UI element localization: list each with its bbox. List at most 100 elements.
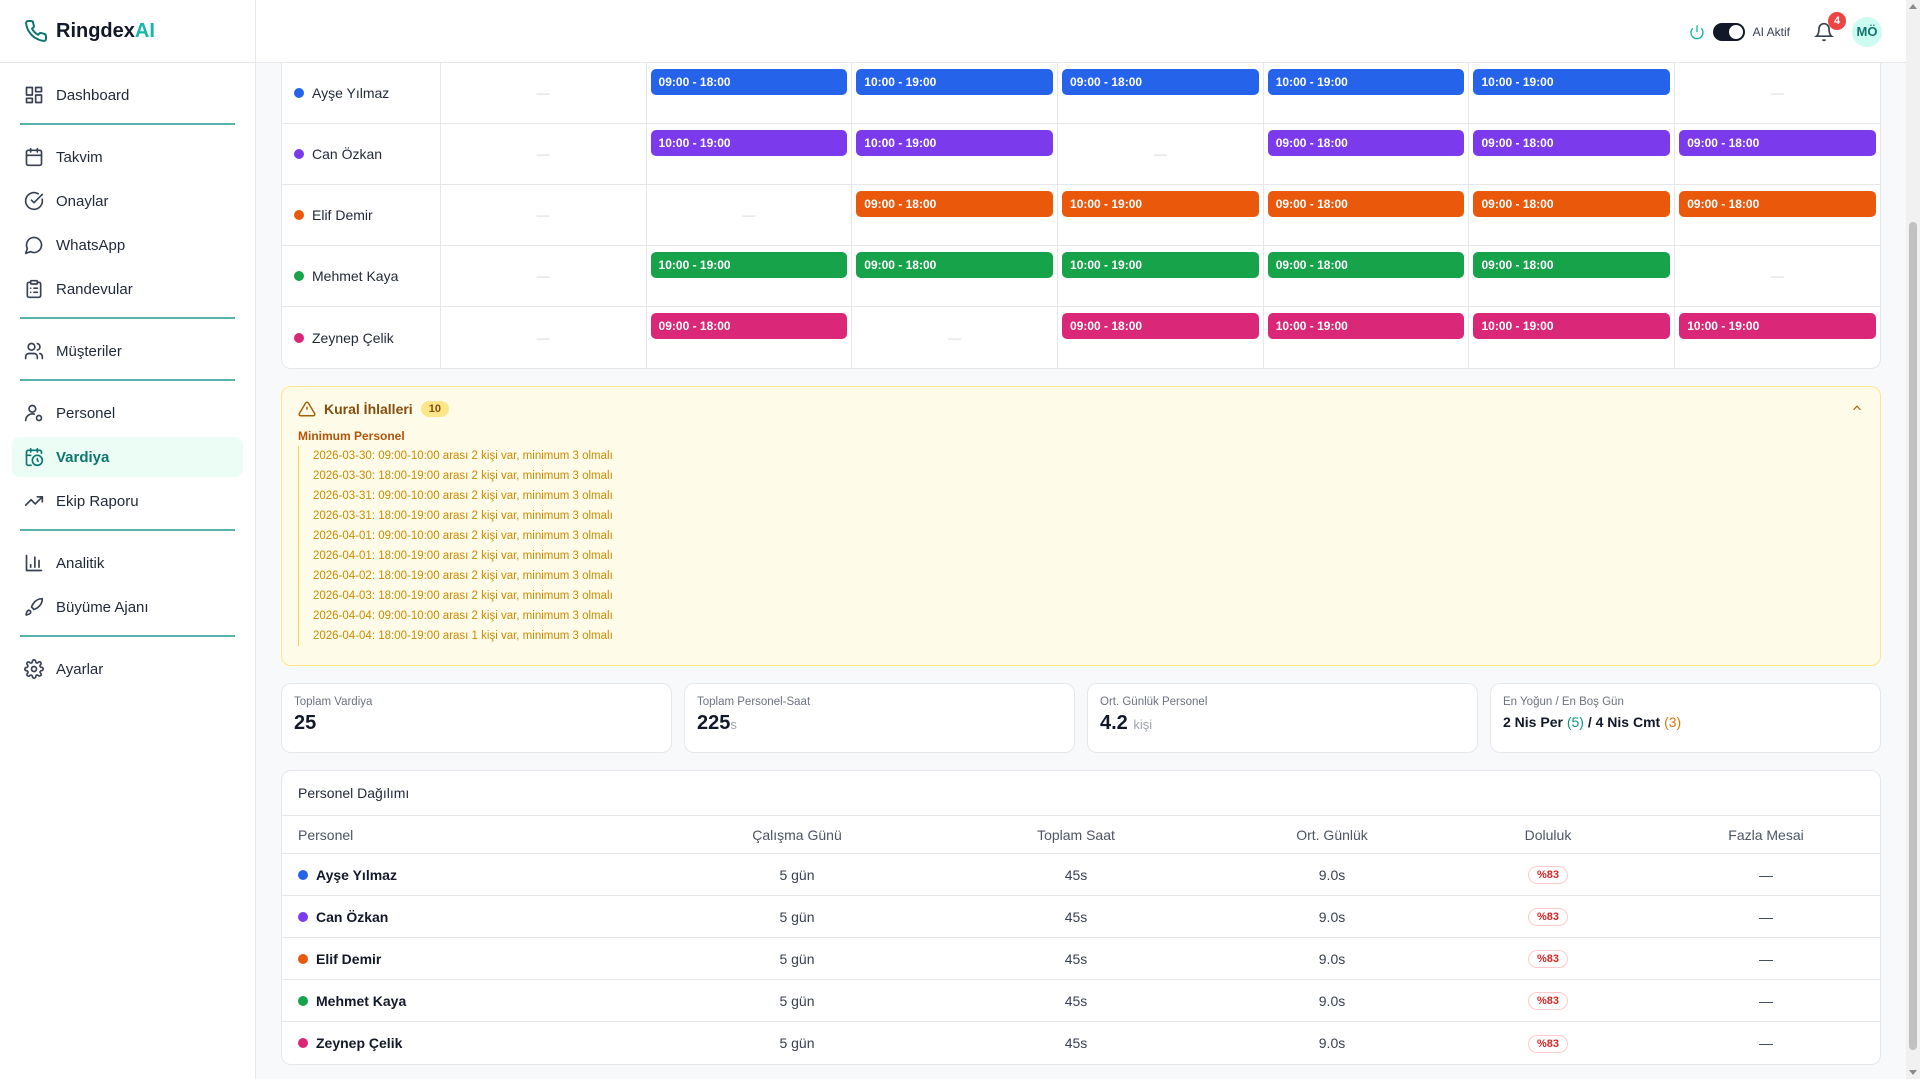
day-cell[interactable]: 09:00 - 18:00	[1058, 307, 1264, 368]
shift-block[interactable]: 10:00 - 19:00	[1679, 313, 1876, 339]
shift-block[interactable]: 09:00 - 18:00	[1473, 130, 1671, 156]
shift-block[interactable]: 09:00 - 18:00	[856, 191, 1054, 217]
day-cell[interactable]: 09:00 - 18:00	[852, 246, 1059, 306]
day-cell[interactable]: 10:00 - 19:00	[1264, 307, 1470, 368]
shift-block[interactable]: 09:00 - 18:00	[1267, 191, 1465, 217]
day-cell[interactable]: —	[1675, 63, 1880, 123]
sidebar-item-buyume-ajani[interactable]: Büyüme Ajanı	[12, 587, 243, 627]
day-cell[interactable]: 09:00 - 18:00	[647, 63, 853, 123]
day-cell[interactable]: 09:00 - 18:00	[647, 307, 853, 368]
day-cell[interactable]: —	[647, 185, 853, 245]
shift-block[interactable]: 09:00 - 18:00	[1062, 69, 1259, 95]
sidebar-item-ayarlar[interactable]: Ayarlar	[12, 649, 243, 689]
violation-item: 2026-04-04: 09:00-10:00 arası 2 kişi var…	[298, 606, 1864, 626]
staff-color-dot	[294, 88, 304, 98]
day-cell[interactable]: 10:00 - 19:00	[647, 124, 853, 184]
shift-block[interactable]: 09:00 - 18:00	[1267, 252, 1465, 278]
day-cell[interactable]: 09:00 - 18:00	[1469, 185, 1676, 245]
shift-block[interactable]: 10:00 - 19:00	[1473, 69, 1671, 95]
day-cell[interactable]: 10:00 - 19:00	[1058, 246, 1264, 306]
day-cell[interactable]: 10:00 - 19:00	[1058, 185, 1264, 245]
day-cell[interactable]: —	[1675, 246, 1880, 306]
sidebar-item-takvim[interactable]: Takvim	[12, 137, 243, 177]
staff-cell: Can Özkan	[282, 909, 662, 925]
shift-block[interactable]: 10:00 - 19:00	[1062, 191, 1259, 217]
shift-block[interactable]: 09:00 - 18:00	[650, 313, 848, 339]
shift-block[interactable]: 09:00 - 18:00	[1062, 313, 1259, 339]
scroll-down-arrow[interactable]	[1909, 1070, 1917, 1075]
shift-block[interactable]: 09:00 - 18:00	[1679, 191, 1876, 217]
staff-color-dot	[294, 271, 304, 281]
day-cell[interactable]: —	[441, 246, 647, 306]
stat-value: 4.2	[1100, 712, 1128, 734]
shift-block[interactable]: 10:00 - 19:00	[1267, 313, 1465, 339]
day-cell[interactable]: 09:00 - 18:00	[1058, 63, 1264, 123]
day-cell[interactable]: —	[852, 307, 1059, 368]
staff-name-cell: Can Özkan	[282, 124, 441, 184]
day-cell[interactable]: 10:00 - 19:00	[647, 246, 853, 306]
avatar[interactable]: MÖ	[1852, 16, 1882, 47]
shift-block[interactable]: 10:00 - 19:00	[1267, 69, 1465, 95]
day-cell[interactable]: —	[441, 185, 647, 245]
nav-divider	[20, 317, 235, 319]
day-cell[interactable]: 10:00 - 19:00	[1469, 63, 1676, 123]
shift-block[interactable]: 10:00 - 19:00	[1473, 313, 1671, 339]
day-cell[interactable]: 09:00 - 18:00	[1469, 246, 1676, 306]
sidebar-item-label: Dashboard	[56, 86, 130, 104]
scroll-up-arrow[interactable]	[1909, 4, 1917, 9]
toggle-knob	[1728, 24, 1743, 39]
day-cell[interactable]: 10:00 - 19:00	[1469, 307, 1676, 368]
sidebar-item-randevular[interactable]: Randevular	[12, 269, 243, 309]
quietest-day: 4 Nis Cmt	[1595, 714, 1661, 730]
chevron-up-icon[interactable]	[1850, 401, 1864, 415]
shift-block[interactable]: 09:00 - 18:00	[856, 252, 1054, 278]
page-scrollbar[interactable]	[1906, 0, 1920, 1079]
day-cell[interactable]: 09:00 - 18:00	[1264, 185, 1470, 245]
day-cell[interactable]: 09:00 - 18:00	[1264, 246, 1470, 306]
shift-block[interactable]: 10:00 - 19:00	[856, 130, 1054, 156]
schedule-row: Mehmet Kaya — 10:00 - 19:00 09:00 - 18:00 10…	[282, 246, 1880, 307]
day-cell[interactable]: —	[441, 63, 647, 123]
shift-block[interactable]: 10:00 - 19:00	[650, 130, 848, 156]
sidebar-item-vardiya[interactable]: Vardiya	[12, 437, 243, 477]
stat-label: Ort. Günlük Personel	[1100, 696, 1208, 708]
stats-row: Toplam Vardiya 25 Toplam Personel-Saat 2…	[281, 683, 1881, 753]
separator: /	[1583, 714, 1596, 730]
shift-block[interactable]: 09:00 - 18:00	[1267, 130, 1465, 156]
shift-block[interactable]: 10:00 - 19:00	[1062, 252, 1259, 278]
notifications-button[interactable]: 4	[1813, 11, 1846, 42]
shift-block[interactable]: 10:00 - 19:00	[856, 69, 1054, 95]
brand[interactable]: Ringdex AI	[0, 0, 255, 63]
day-cell[interactable]: 10:00 - 19:00	[1264, 63, 1470, 123]
day-cell[interactable]: 09:00 - 18:00	[852, 185, 1059, 245]
day-cell[interactable]: 09:00 - 18:00	[1675, 124, 1880, 184]
sidebar-item-musteriler[interactable]: Müşteriler	[12, 331, 243, 371]
sidebar-item-personel[interactable]: Personel	[12, 393, 243, 433]
day-cell[interactable]: 09:00 - 18:00	[1675, 185, 1880, 245]
day-cell[interactable]: —	[441, 124, 647, 184]
shift-block[interactable]: 09:00 - 18:00	[1473, 252, 1671, 278]
shift-block[interactable]: 09:00 - 18:00	[650, 69, 848, 95]
violations-header[interactable]: Kural İhlalleri 10	[298, 399, 1864, 419]
day-cell[interactable]: —	[1058, 124, 1264, 184]
shift-block[interactable]: 09:00 - 18:00	[1473, 191, 1671, 217]
scroll-thumb[interactable]	[1909, 222, 1917, 1050]
sidebar-item-ekip-raporu[interactable]: Ekip Raporu	[12, 481, 243, 521]
shift-block[interactable]: 09:00 - 18:00	[1679, 130, 1876, 156]
empty-day-dash: —	[536, 268, 550, 284]
sidebar-item-dashboard[interactable]: Dashboard	[12, 75, 243, 115]
nav-divider	[20, 379, 235, 381]
violation-list: 2026-03-30: 09:00-10:00 arası 2 kişi var…	[298, 446, 1864, 646]
day-cell[interactable]: —	[441, 307, 647, 368]
shift-block[interactable]: 10:00 - 19:00	[650, 252, 848, 278]
sidebar-item-whatsapp[interactable]: WhatsApp	[12, 225, 243, 265]
sidebar-item-onaylar[interactable]: Onaylar	[12, 181, 243, 221]
day-cell[interactable]: 10:00 - 19:00	[852, 63, 1059, 123]
day-cell[interactable]: 10:00 - 19:00	[1675, 307, 1880, 368]
rule-violations-panel: Kural İhlalleri 10 Minimum Personel 2026…	[281, 386, 1881, 666]
ai-toggle[interactable]	[1712, 22, 1745, 41]
day-cell[interactable]: 10:00 - 19:00	[852, 124, 1059, 184]
day-cell[interactable]: 09:00 - 18:00	[1469, 124, 1676, 184]
day-cell[interactable]: 09:00 - 18:00	[1264, 124, 1470, 184]
sidebar-item-analitik[interactable]: Analitik	[12, 543, 243, 583]
